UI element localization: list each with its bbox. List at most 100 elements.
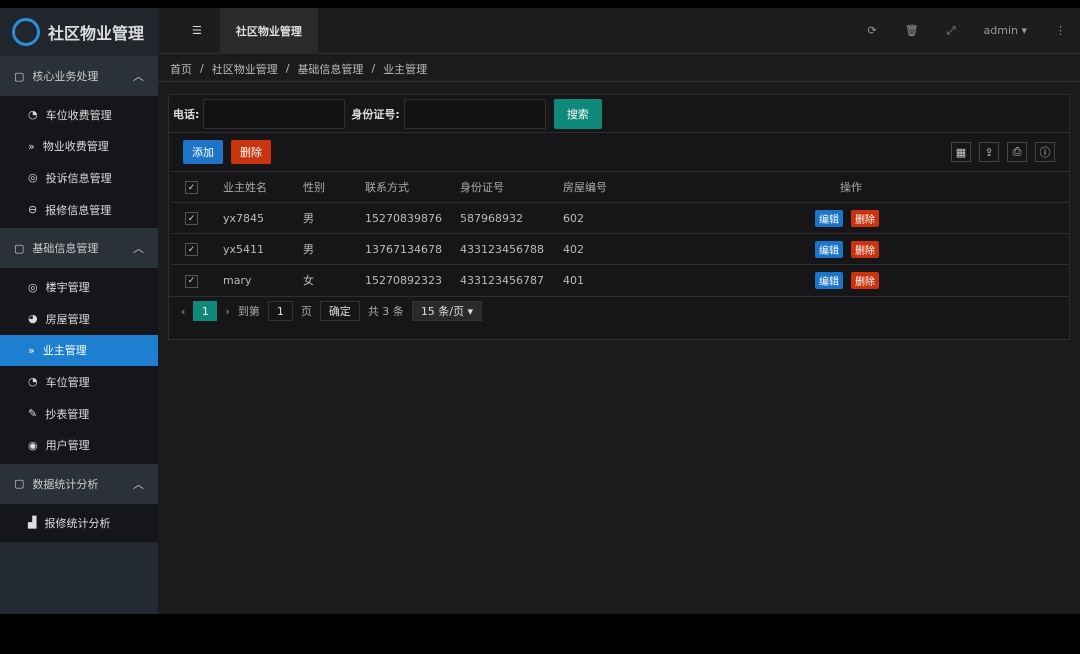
delete-button[interactable]: 删除 [231, 140, 271, 164]
user-menu[interactable]: admin ▾ [984, 24, 1028, 37]
table-cell: 13767134678 [365, 233, 460, 265]
export-icon[interactable]: ⇪ [979, 142, 999, 162]
sidebar-item[interactable]: ◉ 用户管理 [0, 429, 158, 461]
logo: 社区物业管理 [0, 8, 158, 56]
chevron-up-icon: ︿ [133, 70, 144, 83]
table-cell: yx7845 [223, 202, 303, 234]
breadcrumb: 首页 / 社区物业管理 / 基础信息管理 / 业主管理 [158, 56, 1080, 82]
col-header: 操作 [743, 171, 1069, 203]
sidebar-item[interactable]: ◎ 楼宇管理 [0, 271, 158, 303]
table-cell: 402 [563, 233, 743, 265]
sidebar-item-label: 车位收费管理 [45, 108, 112, 122]
columns-icon[interactable]: ▦ [951, 142, 971, 162]
nav-group-label: 数据统计分析 [32, 477, 99, 491]
id-input[interactable] [403, 98, 546, 129]
confirm-button[interactable]: 确定 [319, 301, 360, 321]
edit-button[interactable]: 编辑 [815, 240, 843, 258]
page-label: 页 [300, 305, 312, 318]
table-cell: 433123456788 [460, 233, 563, 265]
logo-icon [12, 18, 40, 46]
menu-toggle-icon[interactable]: ☰ [192, 24, 202, 37]
nav-group[interactable]: ▢ 数据统计分析 ︿ [0, 463, 158, 504]
group-icon: ▢ [14, 241, 25, 255]
sidebar-item[interactable]: ◎ 投诉信息管理 [0, 162, 158, 194]
add-button[interactable]: 添加 [183, 140, 223, 164]
table-cell: yx5411 [223, 233, 303, 265]
table-cell: 401 [563, 264, 743, 296]
prev-page-icon[interactable]: ‹ [181, 305, 185, 318]
sidebar-item-label: 物业收费管理 [42, 140, 109, 154]
sidebar-item-label: 抄表管理 [45, 407, 90, 421]
dashboard-icon: ◔ [28, 108, 38, 122]
owner-table: ✓ 业主姓名 性别 联系方式 身份证号 房屋编号 操作 ✓ yx7845 男 1527… [171, 171, 1069, 296]
page-input[interactable]: 1 [267, 301, 293, 321]
col-header: 身份证号 [460, 171, 563, 203]
print-icon[interactable]: ⎙ [1007, 142, 1027, 162]
table-row: ✓ yx7845 男 15270839876 587968932 602 编辑 删除 [171, 202, 1069, 234]
breadcrumb-current: 业主管理 [383, 62, 428, 76]
chevron-double-down-icon: » [28, 343, 35, 357]
breadcrumb-item[interactable]: 基础信息管理 [297, 61, 363, 77]
sidebar-item[interactable]: ▟ 报修统计分析 [0, 507, 158, 539]
row-delete-button[interactable]: 删除 [851, 240, 879, 258]
search-button[interactable]: 搜索 [553, 98, 602, 129]
goto-label: 到第 [237, 305, 260, 318]
page-1[interactable]: 1 [193, 301, 218, 321]
next-page-icon[interactable]: › [225, 305, 229, 318]
row-checkbox[interactable]: ✓ [185, 274, 198, 288]
target-icon: ◎ [28, 280, 38, 294]
sidebar-item-label: 楼宇管理 [45, 281, 90, 295]
dashboard-icon: ◔ [28, 375, 38, 389]
table-row: ✓ yx5411 男 13767134678 433123456788 402 编辑 删除 [171, 233, 1069, 265]
col-header: 房屋编号 [563, 171, 743, 203]
row-checkbox[interactable]: ✓ [185, 212, 198, 226]
sidebar-item[interactable]: » 物业收费管理 [0, 131, 158, 163]
col-header: 性别 [303, 171, 365, 203]
edit-button[interactable]: 编辑 [815, 209, 843, 227]
fullscreen-icon[interactable]: ⤢ [947, 24, 956, 38]
header: ☰ 社区物业管理 ⟳ 🗑 ⤢ admin ▾ ⋮ [158, 7, 1080, 54]
sidebar-item-label: 车位管理 [45, 375, 90, 389]
app: 社区物业管理 ▢ 核心业务处理 ︿ ◔ 车位收费管理 » 物业收费管理 ◎ 投诉信息管理 ⊖ 报修信… [0, 7, 1080, 614]
id-label: 身份证号: [351, 107, 400, 121]
breadcrumb-item[interactable]: 社区物业管理 [212, 61, 278, 77]
sidebar-item[interactable]: ✎ 抄表管理 [0, 398, 158, 430]
app-title: 社区物业管理 [48, 24, 145, 43]
page-size-select[interactable]: 15 条/页 ▾ [411, 301, 483, 321]
info-icon[interactable]: ⓘ [1035, 142, 1055, 162]
edit-icon: ✎ [28, 407, 38, 421]
table-row: ✓ mary 女 15270892323 433123456787 401 编辑 删除 [171, 264, 1069, 296]
chevron-up-icon: ︿ [133, 477, 144, 491]
sidebar-item[interactable]: » 业主管理 [0, 334, 158, 367]
username: admin [983, 24, 1018, 37]
table-cell: 15270839876 [365, 202, 460, 234]
sidebar-item[interactable]: ◕ 房屋管理 [0, 303, 158, 335]
sidebar-item-label: 报修统计分析 [44, 516, 111, 530]
refresh-icon[interactable]: ⟳ [868, 24, 877, 37]
phone-input[interactable] [203, 98, 346, 129]
area-chart-icon: ▟ [28, 516, 37, 530]
trash-icon[interactable]: 🗑 [905, 24, 919, 37]
sidebar-item-label: 报修信息管理 [45, 203, 112, 217]
more-icon[interactable]: ⋮ [1055, 24, 1066, 37]
user-icon: ◉ [28, 438, 38, 452]
search-bar: 电话: 身份证号: 搜索 [169, 95, 1069, 133]
edit-button[interactable]: 编辑 [815, 271, 843, 289]
breadcrumb-home[interactable]: 首页 [170, 61, 192, 77]
group-icon: ▢ [14, 477, 25, 491]
sidebar-item-label: 投诉信息管理 [45, 171, 112, 185]
nav-group[interactable]: ▢ 核心业务处理 ︿ [0, 56, 158, 96]
nav-group[interactable]: ▢ 基础信息管理 ︿ [0, 228, 158, 269]
sidebar-item-label: 业主管理 [42, 344, 87, 358]
sidebar-item[interactable]: ⊖ 报修信息管理 [0, 194, 158, 226]
row-delete-button[interactable]: 删除 [851, 271, 879, 289]
sidebar-item[interactable]: ◔ 车位收费管理 [0, 99, 158, 131]
tab-home[interactable]: 社区物业管理 [219, 7, 318, 54]
sidebar-item[interactable]: ◔ 车位管理 [0, 366, 158, 398]
table-toolbar: 添加 删除 ▦ ⇪ ⎙ ⓘ [169, 133, 1069, 171]
table-cell: 男 [303, 202, 365, 234]
row-checkbox[interactable]: ✓ [185, 243, 198, 257]
row-delete-button[interactable]: 删除 [851, 209, 879, 227]
table-cell: mary [223, 264, 303, 296]
select-all-checkbox[interactable]: ✓ [185, 181, 198, 195]
